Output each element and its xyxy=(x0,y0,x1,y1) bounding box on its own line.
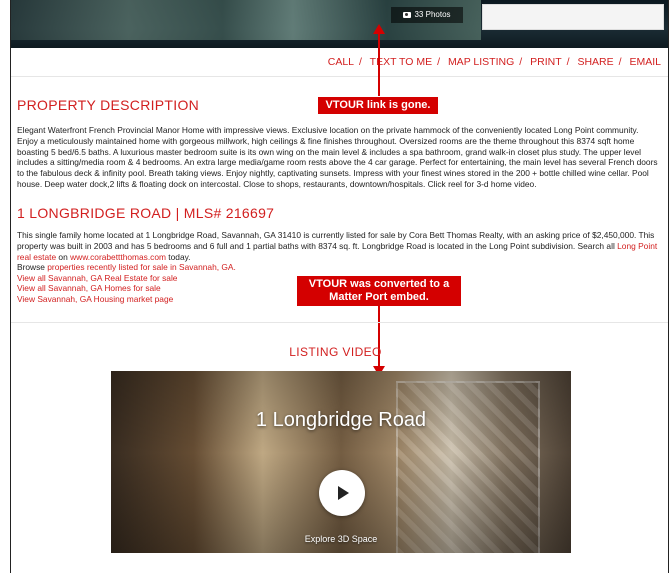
divider xyxy=(11,76,668,77)
listing-summary-text: This single family home located at 1 Lon… xyxy=(17,230,655,251)
related-links: Browse properties recently listed for sa… xyxy=(17,262,236,304)
photos-badge[interactable]: 33 Photos xyxy=(391,7,463,23)
recent-listings-link[interactable]: properties recently listed for sale in S… xyxy=(47,262,236,272)
explore-3d-label[interactable]: Explore 3D Space xyxy=(111,534,571,544)
call-link[interactable]: CALL xyxy=(328,56,354,68)
homes-for-sale-link[interactable]: View all Savannah, GA Homes for sale xyxy=(17,283,236,294)
annotation-vtour-converted: VTOUR was converted to a Matter Port emb… xyxy=(297,276,461,306)
email-link[interactable]: EMAIL xyxy=(629,56,661,68)
photos-count: 33 Photos xyxy=(414,10,451,19)
real-estate-link[interactable]: View all Savannah, GA Real Estate for sa… xyxy=(17,273,236,284)
site-link[interactable]: www.corabettthomas.com xyxy=(70,252,166,262)
print-link[interactable]: PRINT xyxy=(530,56,562,68)
hero-side-panel xyxy=(482,4,664,30)
divider xyxy=(11,322,668,323)
listing-video-title: LISTING VIDEO xyxy=(289,345,382,359)
hero-photo-banner[interactable]: 33 Photos xyxy=(11,0,668,48)
map-listing-link[interactable]: MAP LISTING xyxy=(448,56,514,68)
camera-icon xyxy=(403,12,412,18)
listing-summary-text-on: on xyxy=(56,251,71,262)
listing-heading: 1 LONGBRIDGE ROAD | MLS# 216697 xyxy=(17,205,275,221)
annotation-vtour-gone: VTOUR link is gone. xyxy=(318,97,438,114)
listing-summary-text-today: today. xyxy=(165,251,191,262)
property-description-text: Elegant Waterfront French Provincial Man… xyxy=(17,125,658,189)
property-description-heading: PROPERTY DESCRIPTION xyxy=(17,97,200,113)
share-link[interactable]: SHARE xyxy=(577,56,613,68)
matterport-embed[interactable]: 1 Longbridge Road Explore 3D Space xyxy=(111,371,571,553)
browse-prefix: Browse xyxy=(17,262,48,272)
video-shade xyxy=(111,371,571,553)
annotation-arrow-line xyxy=(378,33,380,96)
listing-summary: This single family home located at 1 Lon… xyxy=(17,230,661,262)
housing-market-link[interactable]: View Savannah, GA Housing market page xyxy=(17,294,236,305)
video-title: 1 Longbridge Road xyxy=(255,409,427,431)
play-icon[interactable] xyxy=(319,470,365,516)
